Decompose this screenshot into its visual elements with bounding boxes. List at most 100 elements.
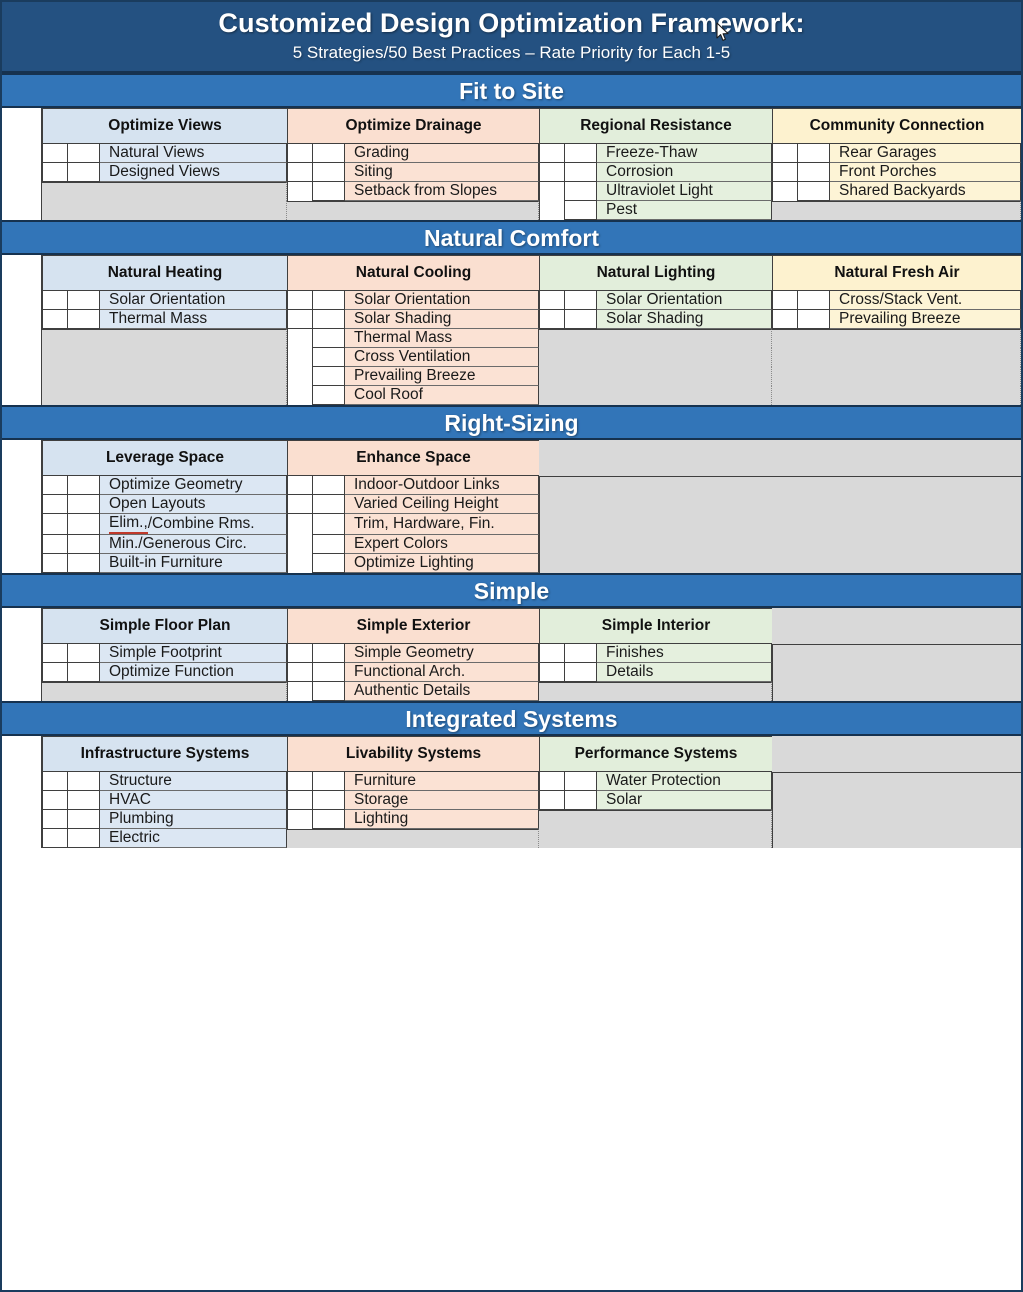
priority-rating-cell[interactable] <box>287 476 313 496</box>
priority-rating-cell[interactable] <box>287 163 313 183</box>
priority-rating-cell[interactable] <box>313 310 345 330</box>
priority-rating-cell[interactable] <box>287 144 313 164</box>
priority-rating-cell[interactable] <box>313 329 345 349</box>
priority-rating-cell[interactable] <box>313 554 345 574</box>
priority-rating-cell[interactable] <box>539 291 565 311</box>
priority-rating-cell[interactable] <box>798 182 830 202</box>
priority-rating-cell[interactable] <box>42 663 68 683</box>
priority-rating-cell[interactable] <box>68 514 100 536</box>
priority-rating-cell[interactable] <box>539 310 565 330</box>
priority-rating-cell[interactable] <box>42 644 68 664</box>
priority-rating-cell[interactable] <box>565 144 597 164</box>
priority-rating-cell[interactable] <box>565 791 597 811</box>
priority-rating-cell[interactable] <box>42 810 68 830</box>
priority-rating-cell[interactable] <box>68 144 100 164</box>
priority-rating-cell[interactable] <box>772 291 798 311</box>
priority-rating-cell[interactable] <box>68 495 100 515</box>
priority-rating-cell[interactable] <box>565 201 597 221</box>
priority-rating-cell[interactable] <box>798 291 830 311</box>
priority-rating-cell[interactable] <box>313 535 345 555</box>
priority-rating-cell[interactable] <box>68 810 100 830</box>
priority-rating-cell[interactable] <box>565 291 597 311</box>
priority-rating-cell[interactable] <box>287 310 313 330</box>
priority-rating-cell[interactable] <box>68 291 100 311</box>
priority-rating-cell[interactable] <box>565 644 597 664</box>
priority-rating-cell[interactable] <box>68 554 100 574</box>
priority-rating-cell[interactable] <box>287 386 313 406</box>
priority-rating-cell[interactable] <box>539 663 565 683</box>
priority-rating-cell[interactable] <box>313 163 345 183</box>
priority-rating-cell[interactable] <box>287 495 313 515</box>
priority-rating-cell[interactable] <box>539 163 565 183</box>
priority-rating-cell[interactable] <box>539 182 565 202</box>
priority-rating-cell[interactable] <box>42 772 68 792</box>
priority-rating-cell[interactable] <box>798 144 830 164</box>
priority-rating-cell[interactable] <box>772 310 798 330</box>
priority-rating-cell[interactable] <box>68 829 100 849</box>
priority-rating-cell[interactable] <box>42 514 68 536</box>
priority-rating-cell[interactable] <box>287 348 313 368</box>
priority-rating-cell[interactable] <box>42 495 68 515</box>
priority-rating-cell[interactable] <box>539 201 565 221</box>
priority-rating-cell[interactable] <box>313 644 345 664</box>
priority-rating-cell[interactable] <box>313 495 345 515</box>
priority-rating-cell[interactable] <box>68 644 100 664</box>
priority-rating-cell[interactable] <box>287 644 313 664</box>
priority-rating-cell[interactable] <box>42 163 68 183</box>
priority-rating-cell[interactable] <box>287 291 313 311</box>
priority-rating-cell[interactable] <box>42 310 68 330</box>
priority-rating-cell[interactable] <box>539 644 565 664</box>
priority-rating-cell[interactable] <box>565 182 597 202</box>
priority-rating-cell[interactable] <box>42 144 68 164</box>
priority-rating-cell[interactable] <box>313 663 345 683</box>
priority-rating-cell[interactable] <box>287 367 313 387</box>
priority-rating-cell[interactable] <box>539 144 565 164</box>
priority-rating-cell[interactable] <box>798 310 830 330</box>
priority-rating-cell[interactable] <box>313 791 345 811</box>
priority-rating-cell[interactable] <box>287 772 313 792</box>
priority-rating-cell[interactable] <box>313 682 345 702</box>
priority-rating-cell[interactable] <box>68 535 100 555</box>
priority-rating-cell[interactable] <box>68 663 100 683</box>
priority-rating-cell[interactable] <box>68 163 100 183</box>
priority-rating-cell[interactable] <box>313 367 345 387</box>
priority-rating-cell[interactable] <box>42 554 68 574</box>
priority-rating-cell[interactable] <box>287 182 313 202</box>
priority-rating-cell[interactable] <box>565 663 597 683</box>
priority-rating-cell[interactable] <box>313 144 345 164</box>
priority-rating-cell[interactable] <box>68 310 100 330</box>
priority-rating-cell[interactable] <box>772 163 798 183</box>
priority-rating-cell[interactable] <box>539 772 565 792</box>
priority-rating-cell[interactable] <box>287 682 313 702</box>
priority-rating-cell[interactable] <box>287 514 313 536</box>
priority-rating-cell[interactable] <box>313 476 345 496</box>
priority-rating-cell[interactable] <box>313 348 345 368</box>
priority-rating-cell[interactable] <box>42 476 68 496</box>
priority-rating-cell[interactable] <box>68 476 100 496</box>
priority-rating-cell[interactable] <box>68 791 100 811</box>
priority-rating-cell[interactable] <box>565 772 597 792</box>
priority-rating-cell[interactable] <box>287 791 313 811</box>
priority-rating-cell[interactable] <box>313 386 345 406</box>
priority-rating-cell[interactable] <box>772 182 798 202</box>
priority-rating-cell[interactable] <box>313 514 345 536</box>
priority-rating-cell[interactable] <box>798 163 830 183</box>
priority-rating-cell[interactable] <box>772 144 798 164</box>
priority-rating-cell[interactable] <box>287 663 313 683</box>
priority-rating-cell[interactable] <box>42 791 68 811</box>
priority-rating-cell[interactable] <box>42 291 68 311</box>
priority-rating-cell[interactable] <box>287 535 313 555</box>
priority-rating-cell[interactable] <box>287 810 313 830</box>
priority-rating-cell[interactable] <box>68 772 100 792</box>
priority-rating-cell[interactable] <box>42 535 68 555</box>
priority-rating-cell[interactable] <box>539 791 565 811</box>
priority-rating-cell[interactable] <box>313 182 345 202</box>
priority-rating-cell[interactable] <box>313 291 345 311</box>
priority-rating-cell[interactable] <box>565 310 597 330</box>
priority-rating-cell[interactable] <box>313 810 345 830</box>
priority-rating-cell[interactable] <box>313 772 345 792</box>
priority-rating-cell[interactable] <box>287 329 313 349</box>
priority-rating-cell[interactable] <box>565 163 597 183</box>
priority-rating-cell[interactable] <box>42 829 68 849</box>
priority-rating-cell[interactable] <box>287 554 313 574</box>
